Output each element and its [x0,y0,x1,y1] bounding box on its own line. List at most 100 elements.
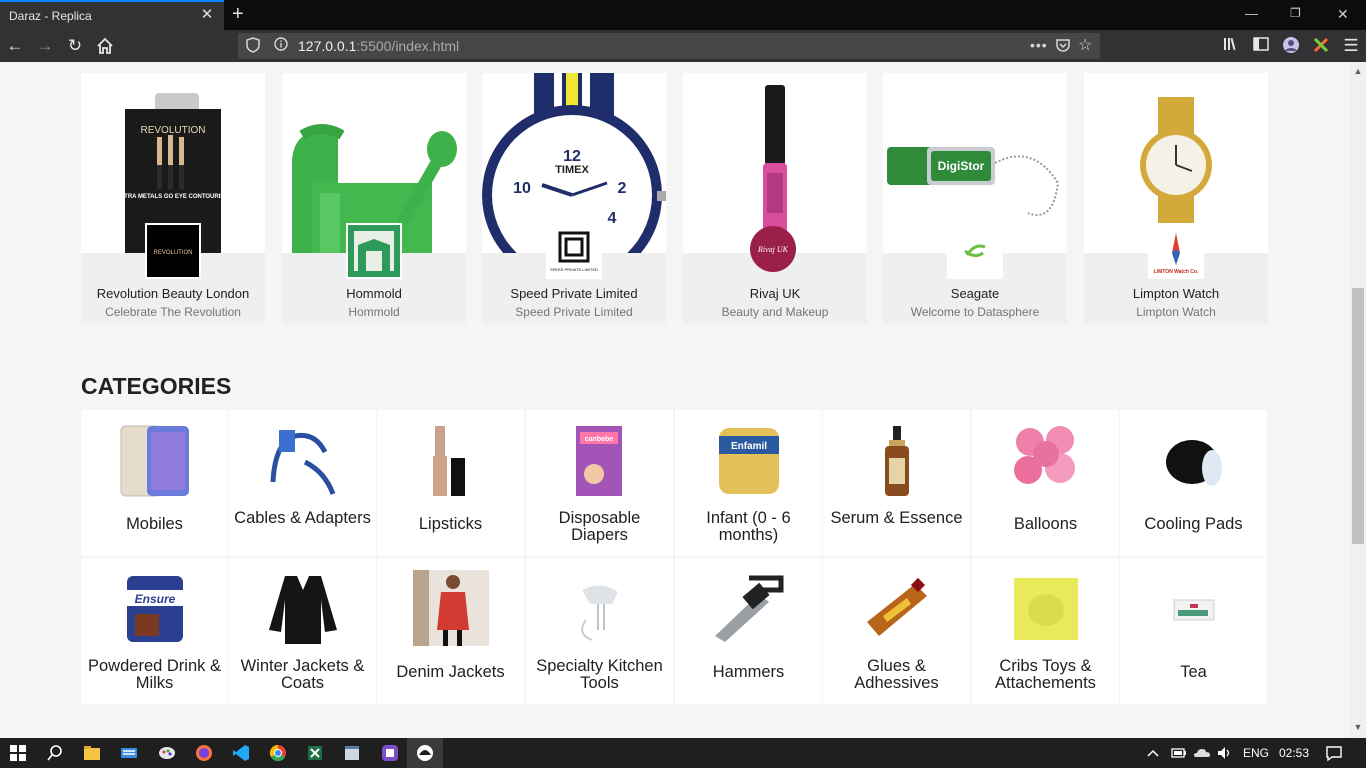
category-label: Mobiles [126,515,183,533]
page-actions-icon[interactable]: ••• [1030,37,1048,53]
new-tab-icon[interactable]: + [232,4,244,24]
category-image [1008,422,1084,498]
store-card-rivaj[interactable]: Rivaj UK Rivaj UK Beauty and Makeup [683,73,867,324]
chrome-icon[interactable] [268,743,288,763]
store-tagline: Beauty and Makeup [721,305,829,319]
store-tagline: Celebrate The Revolution [105,305,241,319]
svg-text:2: 2 [618,180,627,197]
scroll-down-icon[interactable]: ▼ [1350,722,1366,732]
search-icon[interactable] [45,743,65,763]
store-card-hommold[interactable]: Hommold Hommold [282,73,466,324]
excel-icon[interactable] [305,743,325,763]
category-image [265,422,341,498]
category-kitchen-tools[interactable]: Specialty Kitchen Tools [526,558,673,704]
category-image [859,422,935,498]
close-window-icon[interactable]: ✕ [1337,6,1349,23]
pocket-icon[interactable] [1055,37,1071,56]
library-icon[interactable] [1222,36,1242,56]
firefox-icon[interactable] [194,743,214,763]
category-tea[interactable]: Tea [1120,558,1267,704]
windows-start-icon[interactable] [8,743,28,763]
category-powdered-drink[interactable]: Ensure Powdered Drink & Milks [81,558,228,704]
volume-icon[interactable] [1216,743,1236,763]
category-balloons[interactable]: Balloons [972,410,1119,556]
media-app-icon[interactable] [380,743,400,763]
language-indicator[interactable]: ENG [1243,746,1269,760]
store-logo: SPEED PRIVATE LIMITED [546,223,602,279]
store-name: Rivaj UK [749,286,801,301]
scroll-up-icon[interactable]: ▲ [1350,66,1366,76]
info-icon[interactable] [274,37,288,54]
onedrive-icon[interactable] [1193,743,1213,763]
category-cables-adapters[interactable]: Cables & Adapters [229,410,376,556]
category-label: Winter Jackets & Coats [240,657,365,692]
forward-icon[interactable]: → [35,36,55,56]
ensure-text: Ensure [135,592,176,606]
page-scrollbar[interactable]: ▲ ▼ [1350,62,1366,738]
category-infant[interactable]: Enfamil Infant (0 - 6 months) [675,410,822,556]
page-content: REVOLUTION ULTRA METALS GO EYE CONTOURIN… [0,62,1350,738]
extension-icon[interactable] [1311,36,1331,56]
address-bar[interactable]: 127.0.0.1:5500/index.html ••• ☆ [238,33,1100,59]
app-window-icon[interactable] [342,743,362,763]
store-card-speed[interactable]: TIMEX 12 10 2 4 SPEED PRIVATE LIMITED Sp… [482,73,666,324]
paint-app-icon[interactable] [157,743,177,763]
browser-tab-bar: Daraz - Replica ✕ + — ❐ ✕ [0,0,1366,30]
store-tagline: Speed Private Limited [515,305,633,319]
store-card-limpton[interactable]: LIMTON Watch Co. Limpton Watch Limpton W… [1084,73,1268,324]
battery-icon[interactable] [1170,743,1190,763]
store-name: Hommold [346,286,402,301]
home-icon[interactable] [95,36,115,56]
keyboard-app-icon[interactable] [119,743,139,763]
store-logo: LIMTON Watch Co. [1148,223,1204,279]
store-card-revolution[interactable]: REVOLUTION ULTRA METALS GO EYE CONTOURIN… [81,73,265,324]
category-label: Specialty Kitchen Tools [536,657,663,692]
active-app-icon[interactable] [407,738,443,768]
vscode-icon[interactable] [231,743,251,763]
store-tagline: Limpton Watch [1136,305,1216,319]
category-image [413,422,489,498]
scroll-thumb[interactable] [1352,288,1364,544]
category-winter-jackets[interactable]: Winter Jackets & Coats [229,558,376,704]
svg-text:10: 10 [513,180,531,197]
category-image [120,425,189,497]
minimize-icon[interactable]: — [1245,6,1258,21]
show-hidden-icons-icon[interactable] [1146,743,1166,763]
restore-icon[interactable]: ❐ [1290,6,1301,20]
store-card-seagate[interactable]: DigiStor Seagate Welcome to Datasphere [883,73,1067,324]
category-denim-jackets[interactable]: Denim Jackets [377,558,524,704]
category-lipsticks[interactable]: Lipsticks [377,410,524,556]
shield-icon[interactable] [246,37,260,56]
clock[interactable]: 02:53 [1279,746,1309,760]
close-tab-icon[interactable]: ✕ [200,7,214,22]
menu-icon[interactable]: ☰ [1341,36,1361,56]
category-disposable-diapers[interactable]: canbebe Disposable Diapers [526,410,673,556]
store-name: Revolution Beauty London [96,286,250,301]
back-icon[interactable]: ← [5,36,25,56]
bookmark-star-icon[interactable]: ☆ [1078,35,1092,55]
account-avatar-icon[interactable] [1281,36,1301,56]
category-cribs-toys[interactable]: Cribs Toys & Attachements [972,558,1119,704]
file-explorer-icon[interactable] [82,743,102,763]
notifications-icon[interactable] [1324,743,1344,763]
sidebar-icon[interactable] [1251,36,1271,56]
category-mobiles[interactable]: Mobiles [81,410,228,556]
rivaj-logo-text: Rivaj UK [757,245,789,254]
url-text[interactable]: 127.0.0.1:5500/index.html [298,38,459,54]
category-hammers[interactable]: Hammers [675,558,822,704]
categories-heading: CATEGORIES [81,373,232,399]
svg-text:4: 4 [608,210,617,227]
category-glues[interactable]: Glues & Adhessives [823,558,970,704]
browser-tab[interactable]: Daraz - Replica ✕ [0,0,224,30]
url-host: 127.0.0.1 [298,38,357,54]
reload-icon[interactable]: ↻ [65,36,85,56]
canbebe-text: canbebe [585,436,614,443]
category-label: Denim Jackets [396,663,505,681]
store-tagline: Hommold [348,305,400,319]
category-image [859,570,935,646]
category-serum-essence[interactable]: Serum & Essence [823,410,970,556]
category-image [562,570,638,646]
digistor-text: DigiStor [938,159,985,173]
category-cooling-pads[interactable]: Cooling Pads [1120,410,1267,556]
category-label: Disposable Diapers [558,509,641,544]
